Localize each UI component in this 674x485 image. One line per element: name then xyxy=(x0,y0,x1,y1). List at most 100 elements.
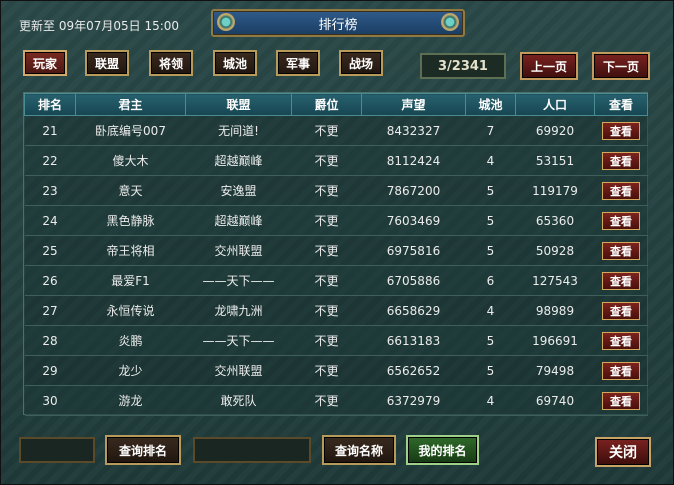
column-header-title[interactable]: 爵位 xyxy=(291,93,362,116)
cell-title: 不更 xyxy=(291,265,362,296)
update-timestamp: 更新至 09年07月05日 15:00 xyxy=(19,19,180,33)
cell-rank: 23 xyxy=(24,175,76,206)
cell-population: 69920 xyxy=(515,115,595,146)
cell-prestige: 7867200 xyxy=(361,175,466,206)
orb-ornament-icon xyxy=(217,13,235,31)
column-header-cities[interactable]: 城池 xyxy=(465,93,516,116)
view-button[interactable]: 查看 xyxy=(602,331,640,350)
table-row: 25 帝王将相 交州联盟 不更 6975816 5 50928 查看 xyxy=(24,235,648,266)
cell-prestige: 8112424 xyxy=(361,145,466,176)
page-indicator: 3/2341 xyxy=(420,53,506,79)
cell-title: 不更 xyxy=(291,295,362,326)
close-button[interactable]: 关闭 xyxy=(595,437,651,467)
cell-alliance: 龙啸九洲 xyxy=(185,295,292,326)
view-button[interactable]: 查看 xyxy=(602,211,640,230)
cell-rank: 26 xyxy=(24,265,76,296)
cell-lord: 永恒传说 xyxy=(75,295,186,326)
cell-title: 不更 xyxy=(291,205,362,236)
name-search-input[interactable] xyxy=(193,437,311,463)
cell-title: 不更 xyxy=(291,175,362,206)
next-page-button[interactable]: 下一页 xyxy=(592,52,650,80)
cell-alliance: 安逸盟 xyxy=(185,175,292,206)
cell-population: 98989 xyxy=(515,295,595,326)
cell-population: 127543 xyxy=(515,265,595,296)
cell-title: 不更 xyxy=(291,145,362,176)
view-button[interactable]: 查看 xyxy=(602,301,640,320)
cell-prestige: 6613183 xyxy=(361,325,466,356)
column-header-population[interactable]: 人口 xyxy=(515,93,595,116)
cell-alliance: 敢死队 xyxy=(185,385,292,416)
cell-view: 查看 xyxy=(594,295,648,326)
table-row: 28 炎鹏 ——天下—— 不更 6613183 5 196691 查看 xyxy=(24,325,648,356)
cell-cities: 5 xyxy=(465,355,516,386)
my-rank-button[interactable]: 我的排名 xyxy=(406,435,479,465)
view-button[interactable]: 查看 xyxy=(602,181,640,200)
table-header-row: 排名 君主 联盟 爵位 声望 城池 人口 查看 xyxy=(24,93,648,116)
view-button[interactable]: 查看 xyxy=(602,151,640,170)
cell-title: 不更 xyxy=(291,115,362,146)
cell-lord: 傻大木 xyxy=(75,145,186,176)
cell-population: 196691 xyxy=(515,325,595,356)
tab-general[interactable]: 将领 xyxy=(149,50,193,76)
cell-rank: 24 xyxy=(24,205,76,236)
cell-lord: 龙少 xyxy=(75,355,186,386)
column-header-alliance[interactable]: 联盟 xyxy=(185,93,292,116)
cell-title: 不更 xyxy=(291,355,362,386)
cell-prestige: 8432327 xyxy=(361,115,466,146)
cell-rank: 29 xyxy=(24,355,76,386)
tab-player[interactable]: 玩家 xyxy=(23,50,67,76)
cell-rank: 27 xyxy=(24,295,76,326)
cell-view: 查看 xyxy=(594,175,648,206)
cell-lord: 游龙 xyxy=(75,385,186,416)
cell-alliance: ——天下—— xyxy=(185,325,292,356)
cell-alliance: 交州联盟 xyxy=(185,355,292,386)
cell-view: 查看 xyxy=(594,355,648,386)
cell-view: 查看 xyxy=(594,205,648,236)
cell-title: 不更 xyxy=(291,235,362,266)
column-header-prestige[interactable]: 声望 xyxy=(361,93,466,116)
cell-view: 查看 xyxy=(594,235,648,266)
cell-rank: 25 xyxy=(24,235,76,266)
cell-cities: 6 xyxy=(465,265,516,296)
table-row: 26 最爱F1 ——天下—— 不更 6705886 6 127543 查看 xyxy=(24,265,648,296)
view-button[interactable]: 查看 xyxy=(602,361,640,380)
cell-alliance: 超越巅峰 xyxy=(185,145,292,176)
orb-ornament-icon xyxy=(441,13,459,31)
cell-cities: 4 xyxy=(465,145,516,176)
view-button[interactable]: 查看 xyxy=(602,391,640,410)
column-header-lord[interactable]: 君主 xyxy=(75,93,186,116)
cell-alliance: 超越巅峰 xyxy=(185,205,292,236)
cell-population: 119179 xyxy=(515,175,595,206)
cell-lord: 帝王将相 xyxy=(75,235,186,266)
cell-view: 查看 xyxy=(594,325,648,356)
prev-page-button[interactable]: 上一页 xyxy=(520,52,578,80)
cell-rank: 28 xyxy=(24,325,76,356)
cell-lord: 卧底编号007 xyxy=(75,115,186,146)
tab-battlefield[interactable]: 战场 xyxy=(339,50,383,76)
tab-military[interactable]: 军事 xyxy=(276,50,320,76)
table-row: 22 傻大木 超越巅峰 不更 8112424 4 53151 查看 xyxy=(24,145,648,176)
query-name-button[interactable]: 查询名称 xyxy=(322,435,396,465)
view-button[interactable]: 查看 xyxy=(602,241,640,260)
cell-alliance: 无间道! xyxy=(185,115,292,146)
tab-city[interactable]: 城池 xyxy=(213,50,257,76)
column-header-rank[interactable]: 排名 xyxy=(24,93,76,116)
cell-alliance: ——天下—— xyxy=(185,265,292,296)
cell-title: 不更 xyxy=(291,385,362,416)
cell-prestige: 6705886 xyxy=(361,265,466,296)
cell-rank: 22 xyxy=(24,145,76,176)
rank-search-input[interactable] xyxy=(19,437,95,463)
cell-cities: 5 xyxy=(465,325,516,356)
cell-cities: 4 xyxy=(465,385,516,416)
view-button[interactable]: 查看 xyxy=(602,271,640,290)
view-button[interactable]: 查看 xyxy=(602,121,640,140)
cell-view: 查看 xyxy=(594,145,648,176)
cell-population: 53151 xyxy=(515,145,595,176)
tab-alliance[interactable]: 联盟 xyxy=(85,50,129,76)
table-row: 30 游龙 敢死队 不更 6372979 4 69740 查看 xyxy=(24,385,648,416)
cell-prestige: 6658629 xyxy=(361,295,466,326)
cell-population: 65360 xyxy=(515,205,595,236)
cell-alliance: 交州联盟 xyxy=(185,235,292,266)
query-rank-button[interactable]: 查询排名 xyxy=(105,435,181,465)
table-row: 29 龙少 交州联盟 不更 6562652 5 79498 查看 xyxy=(24,355,648,386)
